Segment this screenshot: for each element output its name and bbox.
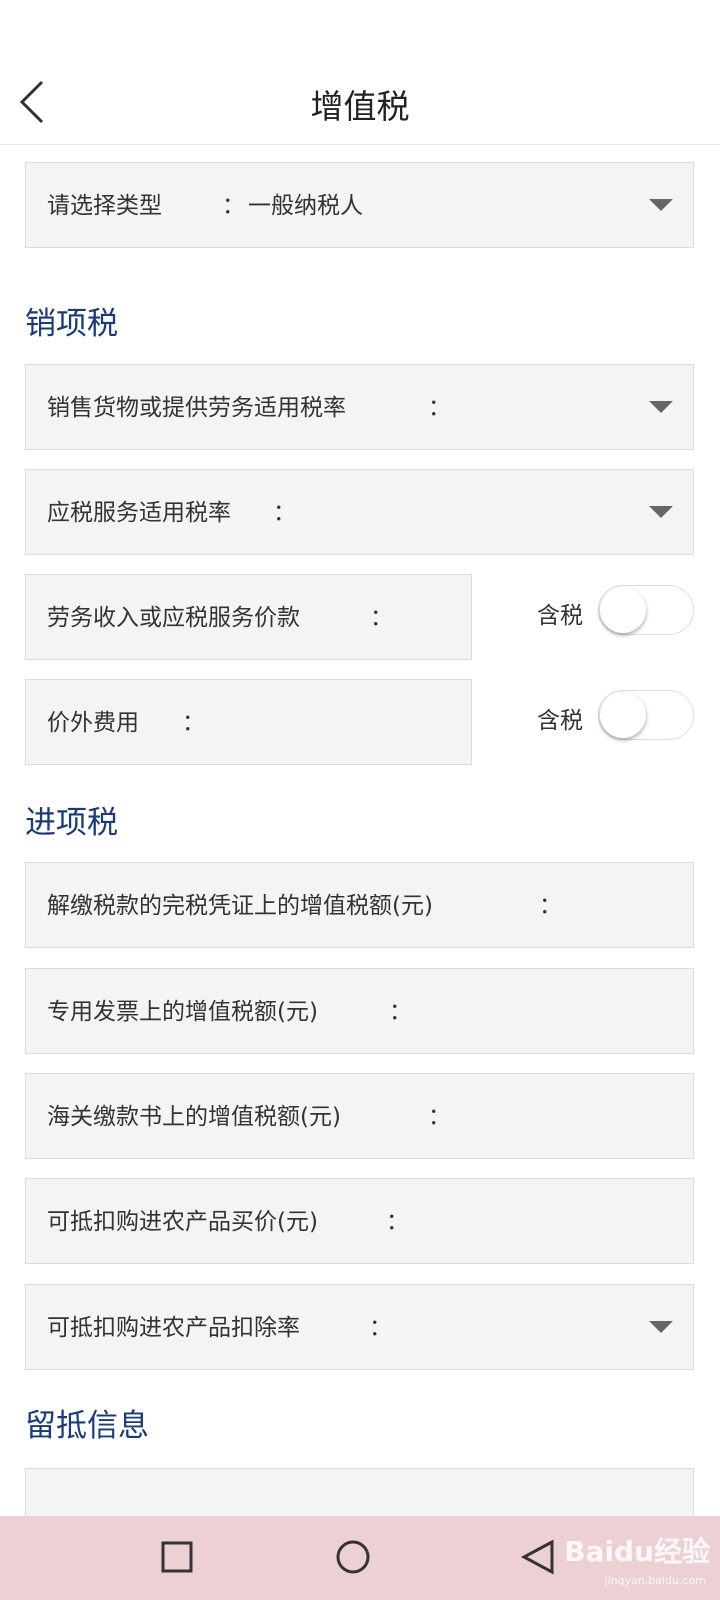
watermark-url: jingyan.baidu.com <box>604 1574 706 1587</box>
toggle-knob <box>600 692 646 738</box>
extra-fee-label: 价外费用 <box>47 710 139 736</box>
service-rate-select[interactable]: 应税服务适用税率 ： <box>25 469 694 555</box>
service-rate-colon: ： <box>273 500 296 526</box>
dropdown-caret-icon <box>649 401 673 413</box>
triangle-back-icon <box>520 1539 554 1575</box>
certificate-tax-input[interactable]: 解缴税款的完税凭证上的增值税额(元) ： <box>25 862 694 948</box>
home-button[interactable] <box>335 1539 371 1575</box>
goods-rate-colon: ： <box>428 395 451 421</box>
circle-icon <box>336 1540 370 1574</box>
page-title: 增值税 <box>310 87 410 126</box>
back-nav-button[interactable] <box>520 1539 556 1575</box>
type-select-colon: ： <box>222 193 245 219</box>
service-income-label: 劳务收入或应税服务价款 <box>47 605 300 631</box>
service-income-colon: ： <box>370 605 393 631</box>
toggle-knob <box>600 587 646 633</box>
section-title-output-tax: 销项税 <box>25 306 118 342</box>
dropdown-caret-icon <box>649 199 673 211</box>
certificate-tax-colon: ： <box>539 893 562 919</box>
special-invoice-label: 专用发票上的增值税额(元) <box>47 999 318 1025</box>
extra-fee-colon: ： <box>182 710 205 736</box>
watermark: Baidu经验 <box>564 1535 710 1568</box>
farm-price-label: 可抵扣购进农产品买价(元) <box>47 1209 318 1235</box>
customs-label: 海关缴款书上的增值税额(元) <box>47 1104 341 1130</box>
farm-price-input[interactable]: 可抵扣购进农产品买价(元) ： <box>25 1178 694 1264</box>
tax-included-toggle[interactable] <box>598 690 694 740</box>
service-income-input[interactable]: 劳务收入或应税服务价款 ： <box>25 574 472 660</box>
service-rate-label: 应税服务适用税率 <box>47 500 231 526</box>
customs-colon: ： <box>428 1104 451 1130</box>
section-title-retained: 留抵信息 <box>25 1408 149 1444</box>
section-title-input-tax: 进项税 <box>25 805 118 841</box>
tax-included-label: 含税 <box>537 603 583 629</box>
tax-included-label: 含税 <box>537 708 583 734</box>
goods-rate-label: 销售货物或提供劳务适用税率 <box>47 395 346 421</box>
square-icon <box>161 1541 193 1573</box>
app-header: 增值税 <box>0 0 720 145</box>
type-select-label: 请选择类型 <box>47 193 162 219</box>
certificate-tax-label: 解缴税款的完税凭证上的增值税额(元) <box>47 893 433 919</box>
farm-rate-select[interactable]: 可抵扣购进农产品扣除率 ： <box>25 1284 694 1370</box>
customs-input[interactable]: 海关缴款书上的增值税额(元) ： <box>25 1073 694 1159</box>
special-invoice-colon: ： <box>389 999 412 1025</box>
type-select-value: 一般纳税人 <box>248 193 363 219</box>
dropdown-caret-icon <box>649 1321 673 1333</box>
recents-button[interactable] <box>160 1540 194 1574</box>
tax-included-toggle[interactable] <box>598 585 694 635</box>
special-invoice-input[interactable]: 专用发票上的增值税额(元) ： <box>25 968 694 1054</box>
farm-rate-label: 可抵扣购进农产品扣除率 <box>47 1315 300 1341</box>
farm-rate-colon: ： <box>369 1315 392 1341</box>
dropdown-caret-icon <box>649 506 673 518</box>
extra-fee-input[interactable]: 价外费用 ： <box>25 679 472 765</box>
type-select[interactable]: 请选择类型 ： 一般纳税人 <box>25 162 694 248</box>
goods-rate-select[interactable]: 销售货物或提供劳务适用税率 ： <box>25 364 694 450</box>
farm-price-colon: ： <box>386 1209 409 1235</box>
